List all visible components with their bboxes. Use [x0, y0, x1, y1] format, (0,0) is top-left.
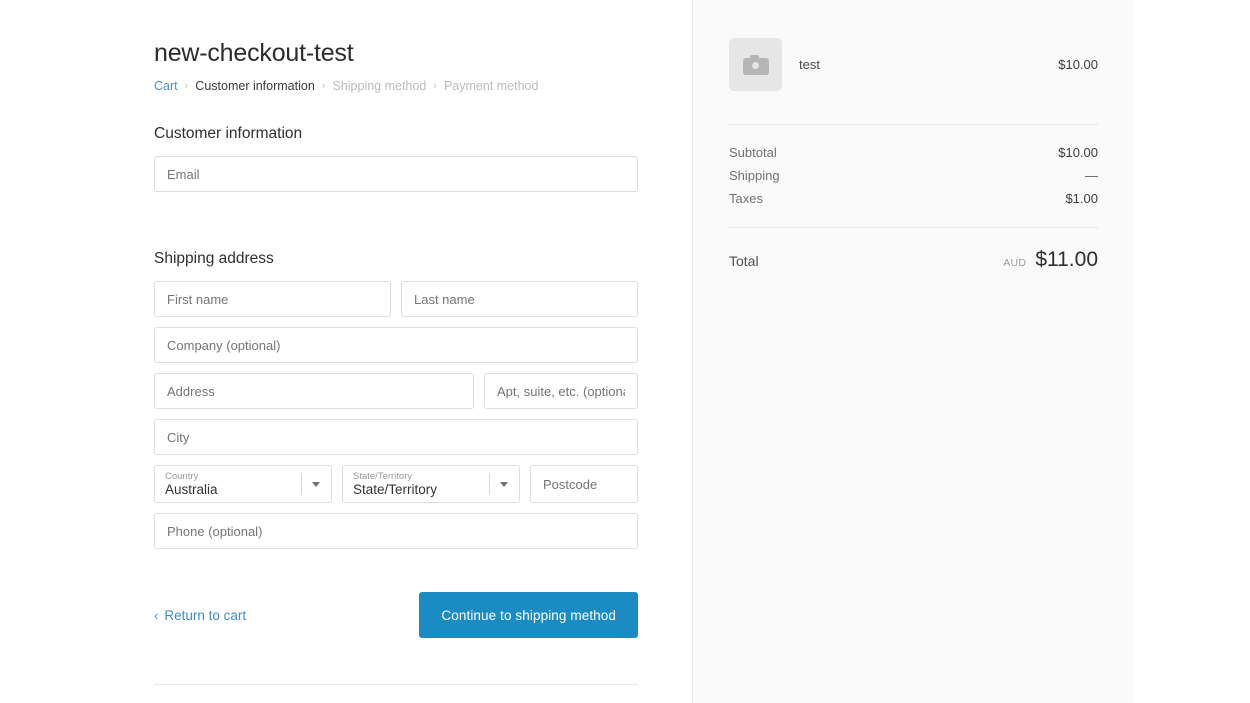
phone-input[interactable]: [154, 513, 638, 549]
country-select[interactable]: Country Australia: [154, 465, 332, 503]
summary-row-shipping: Shipping —: [729, 164, 1098, 187]
chevron-right-icon: ›: [433, 80, 437, 92]
camera-icon: [742, 54, 769, 75]
subtotal-label: Subtotal: [729, 145, 777, 160]
taxes-label: Taxes: [729, 191, 763, 206]
shipping-label: Shipping: [729, 168, 780, 183]
breadcrumb-item-shipping-method: Shipping method: [332, 79, 427, 93]
order-summary-panel: test $10.00 Subtotal $10.00 Shipping — T…: [692, 0, 1134, 703]
region-row: Country Australia State/Territory State/…: [154, 465, 638, 503]
last-name-input[interactable]: [401, 281, 638, 317]
order-line-item: test $10.00: [729, 38, 1098, 91]
breadcrumb-item-customer-information[interactable]: Customer information: [195, 78, 315, 94]
total-amount-group: AUD $11.00: [1003, 248, 1098, 272]
name-row: [154, 281, 638, 317]
summary-row-total: Total AUD $11.00: [729, 228, 1098, 272]
total-currency: AUD: [1003, 257, 1027, 269]
form-actions: ‹ Return to cart Continue to shipping me…: [154, 592, 638, 638]
state-select[interactable]: State/Territory State/Territory: [342, 465, 520, 503]
postcode-input[interactable]: [530, 465, 638, 503]
state-select-label: State/Territory: [353, 471, 413, 482]
chevron-right-icon: ›: [184, 80, 189, 92]
shipping-value: —: [1085, 168, 1098, 183]
company-input[interactable]: [154, 327, 638, 363]
summary-row-taxes: Taxes $1.00: [729, 187, 1098, 210]
subtotal-value: $10.00: [1058, 145, 1098, 160]
return-to-cart-link[interactable]: ‹ Return to cart: [154, 608, 246, 623]
order-item-price: $10.00: [1058, 57, 1098, 72]
taxes-value: $1.00: [1065, 191, 1098, 206]
order-summary-content: test $10.00 Subtotal $10.00 Shipping — T…: [693, 0, 1134, 272]
country-select-label: Country: [165, 471, 199, 482]
state-select-value: State/Territory: [353, 482, 438, 497]
chevron-right-icon: ›: [321, 80, 326, 92]
email-input[interactable]: [154, 156, 638, 192]
country-select-value: Australia: [165, 482, 218, 497]
summary-row-subtotal: Subtotal $10.00: [729, 141, 1098, 164]
total-label: Total: [729, 253, 759, 269]
form-container: new-checkout-test Cart › Customer inform…: [154, 0, 638, 703]
state-select-content: State/Territory State/Territory: [343, 466, 489, 502]
address-row: [154, 373, 638, 409]
breadcrumb: Cart › Customer information › Shipping m…: [154, 78, 638, 94]
breadcrumb-item-payment-method: Payment method: [443, 79, 539, 93]
summary-totals: Subtotal $10.00 Shipping — Taxes $1.00: [729, 125, 1098, 210]
product-thumbnail: [729, 38, 782, 91]
shipping-address-heading: Shipping address: [154, 250, 274, 267]
chevron-left-icon: ‹: [154, 607, 159, 623]
total-amount: $11.00: [1035, 248, 1098, 271]
return-to-cart-label: Return to cart: [164, 607, 247, 623]
checkout-form-column: new-checkout-test Cart › Customer inform…: [0, 0, 692, 703]
country-select-content: Country Australia: [155, 466, 301, 502]
chevron-down-icon[interactable]: [301, 466, 331, 502]
order-item-name: test: [799, 57, 820, 72]
continue-to-shipping-method-button[interactable]: Continue to shipping method: [419, 592, 638, 638]
address-input[interactable]: [154, 373, 474, 409]
chevron-down-icon[interactable]: [489, 466, 519, 502]
first-name-input[interactable]: [154, 281, 391, 317]
breadcrumb-item-cart[interactable]: Cart: [154, 78, 178, 94]
customer-information-heading: Customer information: [154, 125, 303, 142]
checkout-page: new-checkout-test Cart › Customer inform…: [0, 0, 1250, 703]
page-title: new-checkout-test: [154, 39, 354, 67]
city-input[interactable]: [154, 419, 638, 455]
footer-text: All rights reserved new-checkout-test: [154, 685, 638, 703]
apartment-input[interactable]: [484, 373, 638, 409]
